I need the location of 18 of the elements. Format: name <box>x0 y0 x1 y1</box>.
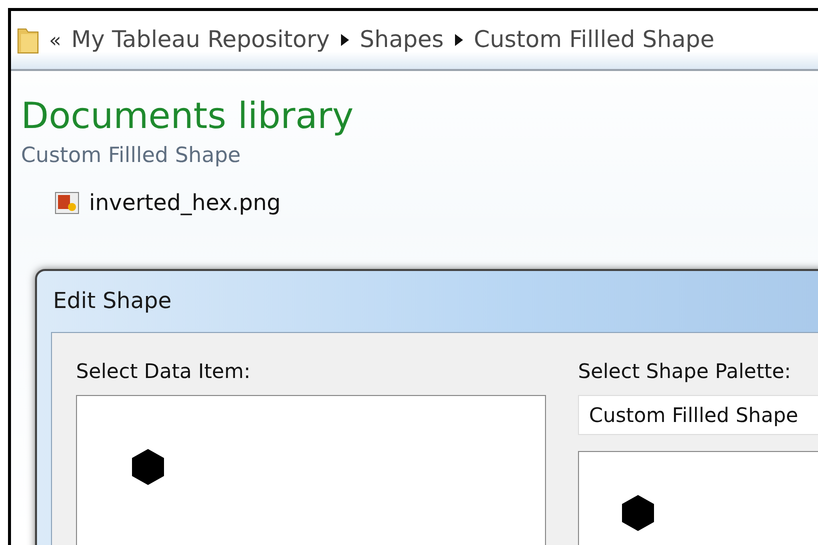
breadcrumb-item[interactable]: Shapes <box>360 27 444 53</box>
library-title: Documents library <box>21 97 355 137</box>
shape-palette-label: Select Shape Palette: <box>578 359 792 383</box>
breadcrumb-item[interactable]: My Tableau Repository <box>71 27 330 53</box>
data-item-label: Select Data Item: <box>76 359 252 383</box>
separator-arrow-icon[interactable] <box>340 33 350 47</box>
data-item-list[interactable] <box>76 395 546 545</box>
library-subtitle: Custom Fillled Shape <box>21 142 242 167</box>
image-file-icon <box>55 192 79 214</box>
dialog-title: Edit Shape <box>52 288 172 316</box>
folder-icon <box>17 26 39 54</box>
overflow-chevron[interactable]: « <box>49 28 62 52</box>
hexagon-icon <box>621 494 655 532</box>
separator-arrow-icon[interactable] <box>454 33 464 47</box>
file-name[interactable]: inverted_hex.png <box>89 190 281 216</box>
shape-palette-dropdown[interactable]: Custom Fillled Shape <box>578 395 818 435</box>
hexagon-icon <box>131 448 165 486</box>
breadcrumb-item[interactable]: Custom Fillled Shape <box>474 27 714 53</box>
